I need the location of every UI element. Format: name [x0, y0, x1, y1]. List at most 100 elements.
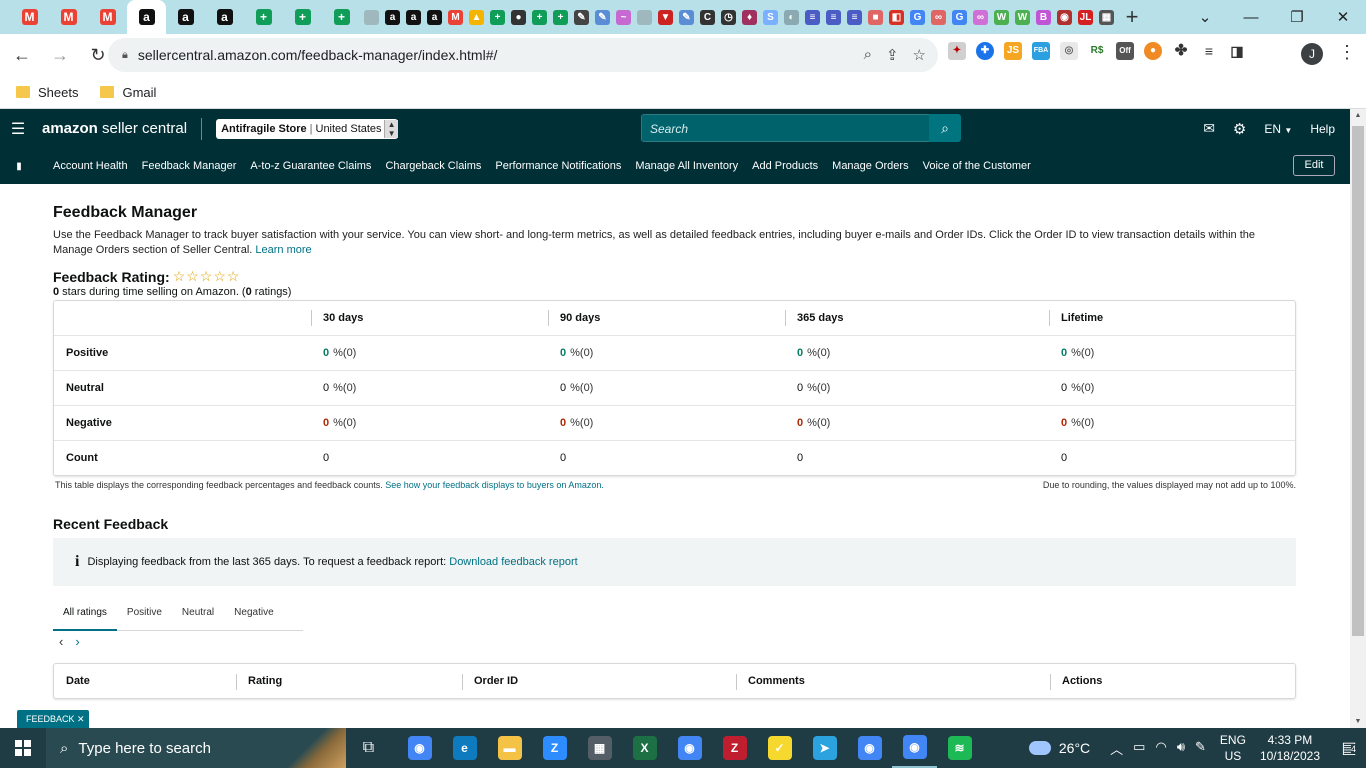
browser-tab[interactable]: M [49, 0, 88, 34]
browser-tab[interactable]: ≡ [844, 0, 865, 34]
minimize-button[interactable]: — [1228, 9, 1274, 26]
browser-tab[interactable]: ✎ [592, 0, 613, 34]
extension-icon[interactable]: ◎ [1060, 42, 1078, 60]
edit-nav-button[interactable]: Edit [1293, 155, 1335, 176]
buyer-display-link[interactable]: See how your feedback displays to buyers… [385, 480, 604, 490]
taskbar-app[interactable]: Z [532, 728, 577, 768]
browser-tab[interactable]: M [88, 0, 127, 34]
hamburger-menu-icon[interactable]: ☰ [0, 119, 36, 139]
puzzle-icon[interactable]: ✤ [1172, 42, 1190, 60]
notification-center-icon[interactable]: ▤ 4 [1332, 738, 1366, 758]
help-link[interactable]: Help [1310, 122, 1335, 136]
browser-tab[interactable]: ∞ [970, 0, 991, 34]
browser-tab[interactable]: a [403, 0, 424, 34]
chevron-left-icon[interactable]: ‹ [59, 634, 63, 649]
close-window-button[interactable]: ✕ [1320, 8, 1366, 26]
browser-tab[interactable]: ◧ [886, 0, 907, 34]
download-feedback-report-link[interactable]: Download feedback report [449, 556, 577, 568]
weather-widget[interactable]: 26°C [1028, 740, 1090, 756]
taskbar-app[interactable]: ◉ [847, 728, 892, 768]
tab-neutral[interactable]: Neutral [172, 598, 224, 631]
lock-icon[interactable]: 🔒︎ [122, 49, 128, 62]
start-button[interactable] [0, 728, 46, 768]
restore-button[interactable]: ❐ [1274, 8, 1320, 26]
extension-icon[interactable]: ● [1144, 42, 1162, 60]
nav-chargeback-claims[interactable]: Chargeback Claims [385, 160, 481, 172]
scroll-thumb[interactable] [1352, 126, 1364, 636]
fba-extension-icon[interactable]: FBA [1032, 42, 1050, 60]
scroll-up-arrow-icon[interactable]: ▲ [1350, 112, 1366, 119]
browser-tab[interactable] [634, 0, 655, 34]
column-date[interactable]: Date [54, 664, 236, 698]
taskbar-search-box[interactable]: ⌕ Type here to search [46, 728, 346, 768]
profile-avatar[interactable]: J [1301, 43, 1323, 65]
browser-tab[interactable]: + [283, 0, 322, 34]
taskbar-app[interactable]: Z [712, 728, 757, 768]
tab-negative[interactable]: Negative [224, 598, 283, 631]
browser-tab[interactable]: ◉ [1054, 0, 1075, 34]
browser-tab[interactable]: B [1033, 0, 1054, 34]
wifi-icon[interactable]: ◠ [1155, 739, 1166, 758]
browser-tab[interactable]: ~ [613, 0, 634, 34]
browser-menu-icon[interactable]: ⋮ [1338, 42, 1356, 63]
browser-tab[interactable]: ∞ [928, 0, 949, 34]
browser-tab[interactable]: ✎ [571, 0, 592, 34]
taskbar-app[interactable]: ◉ [397, 728, 442, 768]
mail-icon[interactable]: ✉ [1203, 120, 1215, 137]
chevron-up-icon[interactable]: ︿ [1110, 739, 1123, 758]
browser-tab[interactable]: a [127, 0, 166, 34]
js-extension-icon[interactable]: JS [1004, 42, 1022, 60]
browser-tab[interactable]: M [10, 0, 49, 34]
task-view-icon[interactable]: ⧉ [346, 728, 391, 768]
browser-tab[interactable]: JL [1075, 0, 1096, 34]
browser-tab[interactable]: ≡ [823, 0, 844, 34]
browser-tab[interactable]: ◐ [781, 0, 802, 34]
browser-tab[interactable]: ▼ [655, 0, 676, 34]
bookmark-star-icon[interactable]: ☆ [913, 46, 926, 64]
taskbar-app[interactable]: ▬ [487, 728, 532, 768]
browser-tab[interactable]: W [991, 0, 1012, 34]
browser-tab[interactable]: + [244, 0, 283, 34]
column-comments[interactable]: Comments [736, 664, 1050, 698]
nav-performance-notifications[interactable]: Performance Notifications [495, 160, 621, 172]
taskbar-app[interactable]: e [442, 728, 487, 768]
amazon-seller-central-logo[interactable]: amazon seller central [42, 120, 187, 137]
browser-tab[interactable]: a [166, 0, 205, 34]
taskbar-app[interactable]: ≋ [937, 728, 982, 768]
feedback-widget-button[interactable]: FEEDBACK ✕ [17, 710, 89, 728]
browser-tab[interactable]: + [550, 0, 571, 34]
browser-tab[interactable]: W [1012, 0, 1033, 34]
browser-tab[interactable]: G [907, 0, 928, 34]
taskbar-app[interactable]: ◉ [892, 728, 937, 768]
nav-manage-orders[interactable]: Manage Orders [832, 160, 908, 172]
nav-account-health[interactable]: Account Health [53, 160, 128, 172]
browser-tab[interactable]: ♦ [739, 0, 760, 34]
column-actions[interactable]: Actions [1050, 664, 1295, 698]
store-selector[interactable]: Antifragile Store | United States ▲ ▼ [216, 118, 399, 139]
clock[interactable]: 4:33 PM 10/18/2023 [1260, 732, 1320, 764]
browser-tab[interactable]: M [445, 0, 466, 34]
browser-tab[interactable]: + [487, 0, 508, 34]
chevron-right-icon[interactable]: › [75, 634, 79, 649]
page-scrollbar[interactable]: ▲ ▼ [1350, 109, 1366, 728]
back-button[interactable]: ← [6, 39, 38, 71]
side-panel-icon[interactable]: ◨ [1228, 42, 1246, 60]
pen-icon[interactable]: ✎ [1195, 739, 1206, 758]
language-selector[interactable]: EN ▼ [1264, 122, 1292, 136]
browser-tab[interactable]: G [949, 0, 970, 34]
tab-search-chevron-icon[interactable]: ⌄ [1182, 8, 1228, 26]
browser-tab[interactable] [361, 0, 382, 34]
nav-a-to-z-claims[interactable]: A-to-z Guarantee Claims [250, 160, 371, 172]
taskbar-app[interactable]: ➤ [802, 728, 847, 768]
taskbar-app[interactable]: X [622, 728, 667, 768]
browser-tab[interactable]: S [760, 0, 781, 34]
media-control-icon[interactable]: ≡ [1200, 42, 1218, 60]
share-icon[interactable]: ⇪ [886, 46, 899, 64]
nav-add-products[interactable]: Add Products [752, 160, 818, 172]
extension-icon[interactable]: ✦ [948, 42, 966, 60]
browser-tab[interactable]: ● [508, 0, 529, 34]
scroll-down-arrow-icon[interactable]: ▼ [1350, 718, 1366, 725]
volume-icon[interactable]: 🔊︎ [1177, 739, 1185, 758]
browser-tab[interactable]: ✎ [676, 0, 697, 34]
bookmark-icon[interactable]: ▮ [0, 161, 38, 172]
